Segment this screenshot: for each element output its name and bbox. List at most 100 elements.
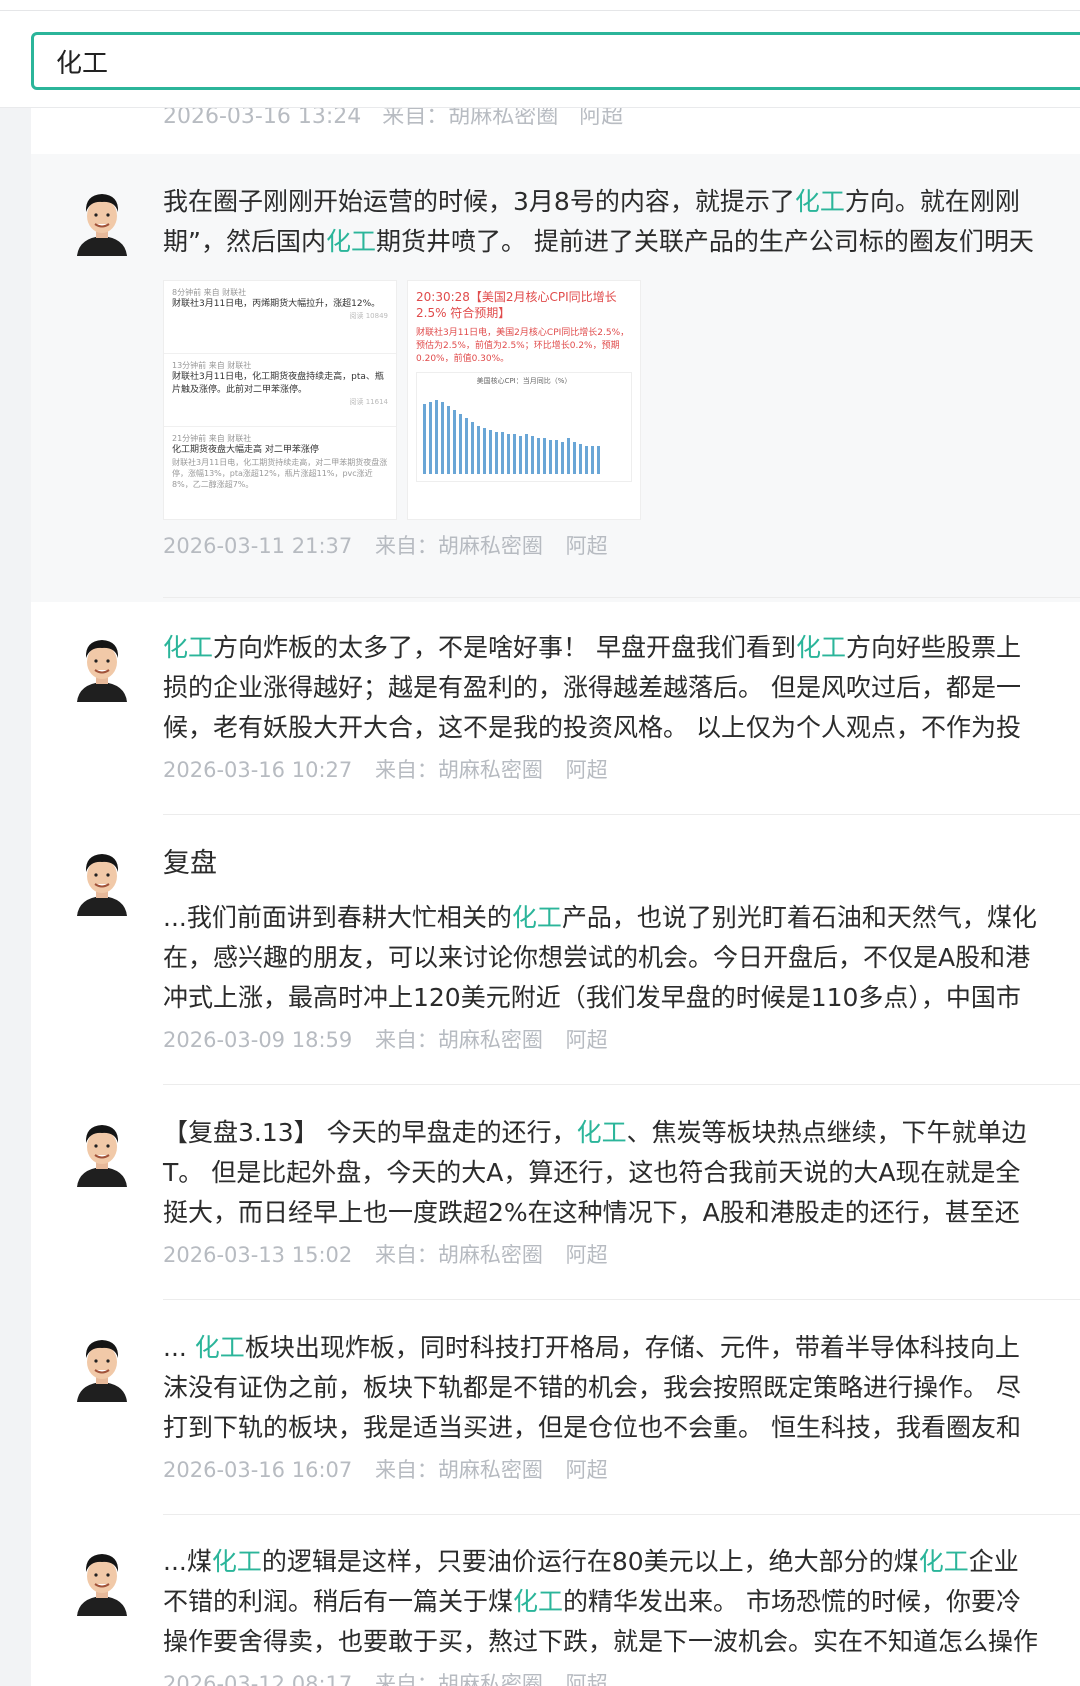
partial-post-meta: 2026-03-16 13:24 来自：胡麻私密圈 阿超 [163, 108, 623, 130]
post-body: 复盘 ...我们前面讲到春耕大忙相关的化工产品，也说了别光盯着石油和天然气，煤化… [163, 844, 1080, 1054]
post-time: 2026-03-16 16:07 [163, 1458, 353, 1482]
avatar-portrait [77, 194, 127, 256]
text-segment: 操作要舍得卖，也要敢于买，熬过下跌，就是下一波机会。实在不知道怎么操作 [163, 1627, 1039, 1656]
post-text-line: 操作要舍得卖，也要敢于买，熬过下跌，就是下一波机会。实在不知道怎么操作 [163, 1622, 1080, 1662]
post-time: 2026-03-16 10:27 [163, 758, 353, 782]
post-text-line: 损的企业涨得越好；越是有盈利的，涨得越差越落后。 但是风吹过后，都是一 [163, 668, 1080, 708]
search-input[interactable] [56, 46, 1080, 76]
post-time: 2026-03-09 18:59 [163, 1028, 353, 1052]
bar [513, 434, 516, 474]
post-time: 2026-03-16 13:24 [163, 108, 362, 129]
bar [591, 446, 594, 474]
text-segment: 不错的利润。稍后有一篇关于煤 [163, 1587, 514, 1616]
post-time: 2026-03-13 15:02 [163, 1243, 353, 1267]
post-divider [163, 597, 1080, 598]
post-text: ... 化工板块出现炸板，同时科技打开格局，存储、元件，带着半导体科技向上沫没有… [163, 1328, 1080, 1448]
avatar-portrait [77, 1340, 127, 1402]
post-time: 2026-03-12 08:17 [163, 1672, 353, 1686]
post-source: 来自：胡麻私密圈 [382, 108, 559, 129]
post-source[interactable]: 来自：胡麻私密圈 [375, 758, 543, 782]
post-author[interactable]: 阿超 [566, 1028, 608, 1052]
cpi-bars [423, 400, 600, 474]
text-segment: 我在圈子刚刚开始运营的时候，3月8号的内容，就提示了 [163, 187, 795, 216]
bar [543, 438, 546, 474]
bar [573, 442, 576, 474]
news-footer: 阅读 11614 [349, 398, 389, 406]
keyword-highlight: 化工 [794, 187, 845, 216]
keyword-highlight: 化工 [163, 633, 214, 662]
post-divider [163, 1084, 1080, 1085]
post-text: 我在圈子刚刚开始运营的时候，3月8号的内容，就提示了化工方向。就在刚刚 期”，然后… [163, 182, 1080, 262]
keyword-highlight: 化工 [511, 903, 562, 932]
post-text-line: 在，感兴趣的朋友，可以来讨论你想尝试的机会。今日开盘后，不仅是A股和港 [163, 938, 1080, 978]
text-segment: 企业 [968, 1547, 1019, 1576]
post-author: 阿超 [579, 108, 624, 129]
bar [495, 432, 498, 474]
text-segment: 期”，然后国内 [163, 227, 326, 256]
post-text-line: 冲式上涨，最高时冲上120美元附近（我们发早盘的时候是110多点），中国市 [163, 978, 1080, 1018]
avatar[interactable] [73, 846, 131, 916]
avatar[interactable] [73, 186, 131, 256]
keyword-highlight: 化工 [918, 1547, 969, 1576]
text-segment: 方向好些股票上 [845, 633, 1021, 662]
bar [453, 410, 456, 474]
post-text-line: 化工方向炸板的太多了，不是啥好事！ 早盘开盘我们看到化工方向好些股票上 [163, 628, 1080, 668]
post-source[interactable]: 来自：胡麻私密圈 [375, 1028, 543, 1052]
cpi-bar-thumbnail [423, 400, 600, 474]
post-divider [163, 1299, 1080, 1300]
text-segment: 沫没有证伪之前，板块下轨都是不错的机会，我会按照既定策略进行操作。 尽 [163, 1373, 1021, 1402]
cpi-screenshot-image[interactable]: 20:30:28【美国2月核心CPI同比增长2.5% 符合预期】 财联社3月11… [407, 280, 641, 520]
avatar[interactable] [73, 1546, 131, 1616]
search-box[interactable] [31, 32, 1080, 90]
news-card: 13分钟前 来自 财联社 财联社3月11日电，化工期货夜盘持续走高，pta、瓶片… [164, 354, 396, 427]
bar [561, 442, 564, 474]
bar [597, 446, 600, 474]
bar [555, 440, 558, 474]
post-divider [163, 814, 1080, 815]
post-text-line: 沫没有证伪之前，板块下轨都是不错的机会，我会按照既定策略进行操作。 尽 [163, 1368, 1080, 1408]
bar [435, 400, 438, 474]
post-author[interactable]: 阿超 [566, 1458, 608, 1482]
bar [519, 436, 522, 474]
text-segment: ... [163, 1333, 195, 1362]
text-segment: 候，老有妖股大开大合，这不是我的投资风格。 以上仅为个人观点，不作为投 [163, 713, 1021, 742]
keyword-highlight: 化工 [513, 1587, 564, 1616]
avatar[interactable] [73, 1332, 131, 1402]
post-source[interactable]: 来自：胡麻私密圈 [375, 1243, 543, 1267]
news-headline: 财联社3月11日电，丙烯期货大幅拉升，涨超12%。 [172, 299, 381, 309]
post-text: 化工方向炸板的太多了，不是啥好事！ 早盘开盘我们看到化工方向好些股票上损的企业涨… [163, 628, 1080, 748]
post-meta: 2026-03-11 21:37 来自：胡麻私密圈 阿超 [163, 530, 1080, 560]
post-title: 复盘 [163, 848, 217, 879]
post-author[interactable]: 阿超 [566, 758, 608, 782]
post-source[interactable]: 来自：胡麻私密圈 [375, 534, 543, 558]
avatar[interactable] [73, 632, 131, 702]
post-text-line: 打到下轨的板块，我是适当买进，但是仓位也不会重。 恒生科技，我看圈友和 [163, 1408, 1080, 1448]
keyword-highlight: 化工 [325, 227, 376, 256]
bar [429, 402, 432, 474]
news-screenshot-image[interactable]: 8分钟前 来自 财联社 财联社3月11日电，丙烯期货大幅拉升，涨超12%。 阅读… [163, 280, 397, 520]
news-body: 财联社3月11日电，化工期货持续走高，对二甲苯期货夜盘涨停，涨幅13%，pta涨… [172, 458, 388, 489]
text-segment: 冲式上涨，最高时冲上120美元附近（我们发早盘的时候是110多点），中国市 [163, 983, 1021, 1012]
post-source[interactable]: 来自：胡麻私密圈 [375, 1672, 543, 1686]
post-source[interactable]: 来自：胡麻私密圈 [375, 1458, 543, 1482]
text-segment: 方向。就在刚刚 [844, 187, 1020, 216]
post-author[interactable]: 阿超 [566, 534, 608, 558]
text-segment: 损的企业涨得越好；越是有盈利的，涨得越差越落后。 但是风吹过后，都是一 [163, 673, 1021, 702]
post-text-line: ... 化工板块出现炸板，同时科技打开格局，存储、元件，带着半导体科技向上 [163, 1328, 1080, 1368]
keyword-highlight: 化工 [795, 633, 846, 662]
text-segment: 的逻辑是这样，只要油价运行在80美元以上，绝大部分的煤 [261, 1547, 919, 1576]
news-footer: 阅读 10849 [349, 312, 389, 320]
text-segment: ...我们前面讲到春耕大忙相关的 [163, 903, 512, 932]
bar [459, 414, 462, 474]
avatar-portrait [77, 854, 127, 916]
news-source: 21分钟前 来自 财联社 [172, 434, 252, 443]
post-author[interactable]: 阿超 [566, 1243, 608, 1267]
cpi-body: 财联社3月11日电，美国2月核心CPI同比增长2.5%，预估为2.5%，前值为2… [416, 328, 630, 364]
bar [585, 446, 588, 474]
text-segment: 的精华发出来。 市场恐慌的时候，你要冷 [563, 1587, 1021, 1616]
post-body: ...煤化工的逻辑是这样，只要油价运行在80美元以上，绝大部分的煤化工企业 不错的… [163, 1542, 1080, 1686]
post-author[interactable]: 阿超 [566, 1672, 608, 1686]
post-meta: 2026-03-09 18:59 来自：胡麻私密圈 阿超 [163, 1024, 1080, 1054]
post-meta: 2026-03-13 15:02 来自：胡麻私密圈 阿超 [163, 1239, 1080, 1269]
avatar[interactable] [73, 1117, 131, 1187]
